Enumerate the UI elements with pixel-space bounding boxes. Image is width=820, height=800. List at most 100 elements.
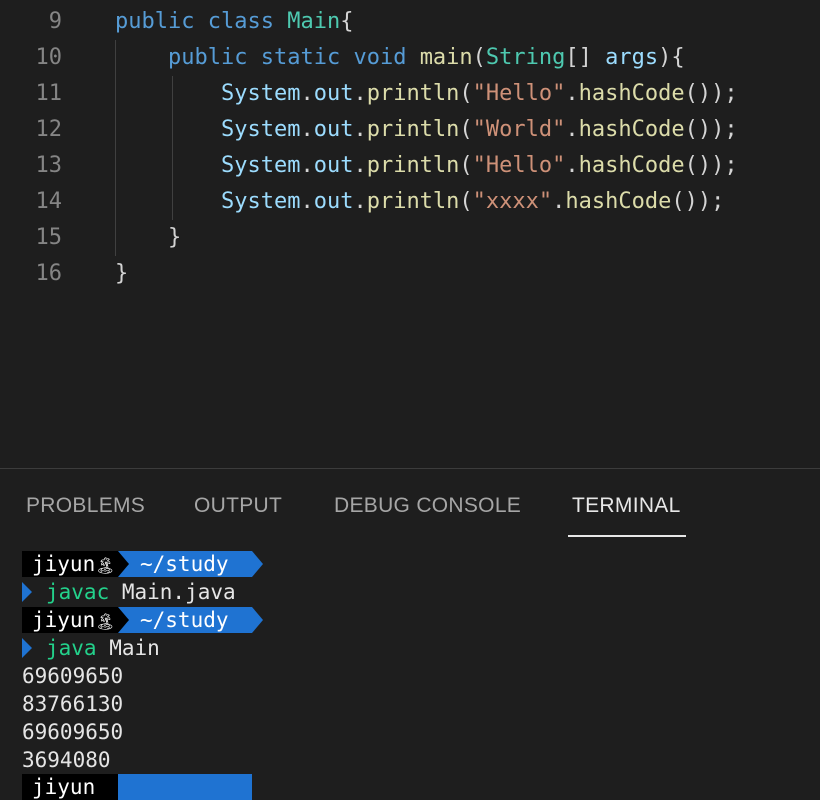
code-token: out xyxy=(313,81,354,106)
code-token: hashCode xyxy=(565,189,672,214)
code-token: ( xyxy=(472,45,486,70)
command-arrow-icon xyxy=(22,582,32,602)
code-token: Main xyxy=(287,9,341,34)
prompt-user: jiyun🏝 xyxy=(22,607,118,633)
code-text: System.out.println("World".hashCode()); xyxy=(115,112,738,148)
code-token: . xyxy=(353,153,367,178)
code-token: "Hello" xyxy=(472,81,566,106)
output-line: 3694080 xyxy=(22,748,111,772)
code-line[interactable]: 15 } xyxy=(0,220,820,256)
code-token: . xyxy=(353,117,367,142)
code-token: . xyxy=(353,189,367,214)
code-token: "World" xyxy=(472,117,566,142)
code-token: class xyxy=(207,9,274,34)
code-line[interactable]: 13 System.out.println("Hello".hashCode()… xyxy=(0,148,820,184)
island-icon: 🏝 xyxy=(95,556,116,575)
code-text: System.out.println("Hello".hashCode()); xyxy=(115,76,738,112)
command-args: Main xyxy=(96,636,160,660)
code-text: } xyxy=(115,220,181,256)
terminal[interactable]: jiyun🏝 ~/study javac Main.java jiyun🏝 ~/… xyxy=(0,469,820,800)
prompt-end-icon xyxy=(252,607,263,633)
code-token: . xyxy=(565,153,579,178)
code-token: println xyxy=(366,81,460,106)
code-token: System xyxy=(220,153,301,178)
code-text: System.out.println("Hello".hashCode()); xyxy=(115,148,738,184)
line-number: 13 xyxy=(35,153,63,178)
code-token: } xyxy=(115,261,129,286)
code-text: System.out.println("xxxx".hashCode()); xyxy=(115,184,724,220)
code-token: ()); xyxy=(684,81,738,106)
prompt-directory: ~/study xyxy=(118,607,252,633)
code-token: . xyxy=(300,81,314,106)
code-line[interactable]: 10 public static void main(String[] args… xyxy=(0,40,820,76)
code-token: System xyxy=(220,117,301,142)
output-line: 83766130 xyxy=(22,692,124,716)
bottom-panel: PROBLEMS OUTPUT DEBUG CONSOLE TERMINAL j… xyxy=(0,469,820,800)
code-token: . xyxy=(565,117,579,142)
command-binary: java xyxy=(46,636,97,660)
code-token: . xyxy=(300,189,314,214)
prompt-user: jiyun🏝 xyxy=(22,551,118,577)
prompt-user-name: jiyun xyxy=(32,552,96,576)
prompt-directory xyxy=(118,774,252,800)
command-line: javac Main.java xyxy=(46,578,236,606)
line-number: 14 xyxy=(35,189,63,214)
prompt-separator-icon xyxy=(118,607,129,633)
code-text: public class Main{ xyxy=(115,4,353,40)
line-number: 15 xyxy=(35,225,63,250)
code-token: ()); xyxy=(684,153,738,178)
code-token: . xyxy=(552,189,566,214)
code-token: . xyxy=(565,81,579,106)
command-arrow-icon xyxy=(22,638,32,658)
prompt-directory: ~/study xyxy=(118,551,252,577)
code-token: static xyxy=(260,45,341,70)
code-token: . xyxy=(300,117,314,142)
code-token: ( xyxy=(459,189,473,214)
code-token: System xyxy=(220,189,301,214)
code-line[interactable]: 9 public class Main{ xyxy=(0,4,820,40)
code-text: public static void main(String[] args){ xyxy=(115,40,685,76)
code-token: ){ xyxy=(658,45,685,70)
code-token: ()); xyxy=(684,117,738,142)
prompt-end-icon xyxy=(252,551,263,577)
code-token: hashCode xyxy=(578,117,685,142)
code-token: println xyxy=(366,153,460,178)
code-token: hashCode xyxy=(578,153,685,178)
prompt-user-name: jiyun xyxy=(32,608,96,632)
command-line: java Main xyxy=(46,634,160,662)
code-token: . xyxy=(300,153,314,178)
code-token: println xyxy=(366,189,460,214)
code-token: out xyxy=(313,189,354,214)
code-token: { xyxy=(340,9,354,34)
code-token: public xyxy=(115,9,195,34)
code-token: . xyxy=(353,81,367,106)
command-args: Main.java xyxy=(109,580,236,604)
code-token: ()); xyxy=(671,189,725,214)
line-number: 16 xyxy=(35,261,63,286)
code-token: ( xyxy=(459,117,473,142)
code-token: "xxxx" xyxy=(472,189,553,214)
prompt-user: jiyun xyxy=(22,774,118,800)
prompt-user-name: jiyun xyxy=(32,775,96,799)
code-editor[interactable]: 9 public class Main{10 public static void… xyxy=(0,0,820,468)
code-token: "Hello" xyxy=(472,153,566,178)
island-icon: 🏝 xyxy=(95,612,116,631)
code-token: args xyxy=(605,45,659,70)
code-token: println xyxy=(366,117,460,142)
code-line[interactable]: 14 System.out.println("xxxx".hashCode())… xyxy=(0,184,820,220)
code-line[interactable]: 11 System.out.println("Hello".hashCode()… xyxy=(0,76,820,112)
code-token: ( xyxy=(459,81,473,106)
code-line[interactable]: 16} xyxy=(0,256,820,292)
code-token: ( xyxy=(459,153,473,178)
code-line[interactable]: 12 System.out.println("World".hashCode()… xyxy=(0,112,820,148)
code-text: } xyxy=(115,256,128,292)
